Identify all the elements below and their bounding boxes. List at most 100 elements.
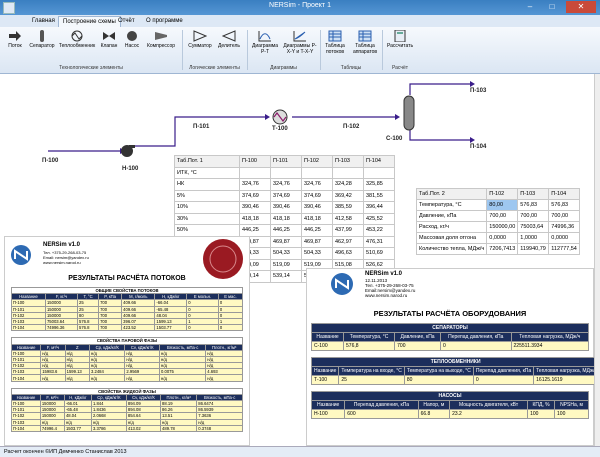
table-cell: 412,58 bbox=[332, 212, 364, 225]
table-cell[interactable]: 80,00 bbox=[486, 199, 519, 211]
table-cell: н/д bbox=[205, 374, 243, 382]
table-cell[interactable]: 1,0000 bbox=[517, 232, 550, 244]
chart-icon bbox=[258, 31, 271, 42]
splitter-button[interactable]: Делитель bbox=[215, 30, 243, 50]
table-row: П-103 15983.6 1599.13 3.2484 2.9569 0.0075 4.6… bbox=[10, 368, 243, 376]
table-cell: 504,33 bbox=[270, 247, 302, 260]
table-cell[interactable]: 7206,7413 bbox=[486, 243, 519, 255]
table-cell[interactable]: 700,00 bbox=[486, 210, 519, 222]
table-cell[interactable]: 700,00 bbox=[548, 210, 581, 222]
table-title: Таб.Пот. 2 bbox=[415, 188, 488, 200]
table-cell: 469,87 bbox=[301, 235, 333, 248]
table-cell: 74996.4 bbox=[39, 424, 65, 432]
table-row: П-104 н/д н/д н/д н/д н/д н/д bbox=[10, 374, 243, 382]
tab-home[interactable]: Главная bbox=[28, 16, 59, 27]
pump-icon[interactable] bbox=[120, 144, 136, 158]
general-properties-table: ОБЩИЕ СВОЙСТВА ПОТОКОВ Название F, кг/ч T, … bbox=[11, 286, 244, 332]
pt-diagram-button[interactable]: Диаграмма P-T bbox=[250, 30, 280, 55]
table-cell[interactable]: 112777,54 bbox=[548, 243, 581, 255]
table-icon bbox=[358, 30, 372, 42]
separator-button[interactable]: Сепаратор bbox=[28, 30, 56, 50]
table-cell[interactable]: 75003,64 bbox=[517, 221, 550, 233]
stream-table-2[interactable]: Таб.Пот. 2 П-102 П-103 П-104 Температура, °С… bbox=[415, 188, 581, 255]
nersim-logo-icon bbox=[11, 245, 31, 265]
tab-about[interactable]: О программе bbox=[142, 16, 187, 27]
table-cell: 576,8 bbox=[343, 341, 396, 351]
table-cell: 510,69 bbox=[363, 247, 395, 260]
column-header: Давление, кПа bbox=[394, 332, 441, 342]
table-row: Расход, кг/ч 150000,00 75003,64 74996,36 bbox=[415, 221, 581, 233]
stream-table-button[interactable]: Таблица потоков bbox=[322, 30, 348, 55]
splitter-icon bbox=[222, 30, 236, 42]
heat-exchanger-icon[interactable] bbox=[271, 109, 289, 125]
calculate-button[interactable]: Рассчитать bbox=[384, 30, 416, 50]
stream-button[interactable]: Поток bbox=[4, 30, 26, 50]
close-icon[interactable]: ✕ bbox=[566, 1, 596, 13]
pt-diagram-label: Диаграмма P-T bbox=[251, 43, 278, 55]
pxy-txy-diagram-button[interactable]: Диаграммы P-X-Y и T-X-Y bbox=[282, 30, 318, 55]
table-cell[interactable]: 700,00 bbox=[517, 210, 550, 222]
table-cell: 390,46 bbox=[239, 201, 271, 214]
table-cell: 1503.77 bbox=[154, 324, 188, 332]
table-cell bbox=[270, 166, 302, 179]
table-header-row: Название Перепад давления, кПа Напор, м Мощ… bbox=[310, 400, 589, 410]
vapor-phase-table: СВОЙСТВА ПАРОВОЙ ФАЗЫ Название F, м³/ч Z Cp,… bbox=[10, 337, 243, 382]
column-header: Перепад давления, кПа bbox=[439, 332, 512, 342]
group-divider bbox=[247, 30, 248, 70]
table-row: П-101 150000 -65.48 1.8436 894.08 86.26 86.593… bbox=[11, 406, 243, 414]
minimize-icon[interactable]: – bbox=[520, 1, 540, 13]
table-cell[interactable]: 576,83 bbox=[548, 199, 581, 211]
calculate-label: Рассчитать bbox=[386, 43, 414, 49]
table-cell: 418,18 bbox=[239, 212, 271, 225]
table-row: П-102 н/д н/д н/д н/д н/д н/д bbox=[10, 362, 243, 370]
table-cell: 66.8 bbox=[417, 409, 451, 419]
table-cell: 0 bbox=[439, 341, 512, 351]
calculator-icon bbox=[394, 30, 406, 42]
table-row: П-102 150000 48.04 2.0668 854.64 13.51 7.3636 bbox=[11, 412, 243, 420]
compressor-button[interactable]: Компрессор bbox=[144, 30, 178, 50]
heat-exchanger-button[interactable]: Теплообменник bbox=[58, 30, 96, 50]
table-cell: 74996.36 bbox=[44, 324, 78, 332]
table-cell: 446,25 bbox=[301, 224, 333, 237]
pump-button[interactable]: Насос bbox=[122, 30, 142, 50]
table-cell[interactable]: 119940,79 bbox=[517, 243, 550, 255]
table-row: П-100 н/д н/д н/д н/д н/д н/д bbox=[10, 349, 243, 357]
separator-icon[interactable] bbox=[400, 94, 418, 132]
table-cell[interactable]: 576,83 bbox=[517, 199, 550, 211]
table-cell: 225511.3934 bbox=[510, 341, 590, 351]
table-cell: 418,18 bbox=[270, 212, 302, 225]
table-cell: 374,69 bbox=[301, 189, 333, 202]
table-cell: 519,09 bbox=[270, 258, 302, 271]
table-cell[interactable]: 0,0000 bbox=[486, 232, 519, 244]
table-cell[interactable]: 150000,00 bbox=[486, 221, 519, 233]
table-cell[interactable]: 74996,36 bbox=[548, 221, 581, 233]
table-cell bbox=[332, 166, 364, 179]
column-header: Напор, м bbox=[417, 400, 451, 410]
table-row: П-100 150000 -66.01 1.844 894.09 88.19 86.6474 bbox=[11, 399, 243, 408]
table-cell: 700 bbox=[394, 341, 441, 351]
tab-report[interactable]: Отчёт bbox=[114, 16, 139, 27]
table-row: П-104 74996.4 1503.77 3.3786 413.02 489.78 0.3… bbox=[11, 424, 243, 432]
heat-exchanger-label: Теплообменник bbox=[58, 43, 96, 49]
table-cell[interactable]: 0,0000 bbox=[548, 232, 581, 244]
maximize-icon[interactable]: □ bbox=[542, 1, 562, 13]
node-label-p101: П-101 bbox=[193, 124, 210, 130]
title-bar: NERSim - Проект 1 – □ ✕ bbox=[0, 0, 600, 15]
vertical-scrollbar[interactable] bbox=[594, 74, 600, 446]
equipment-table-button[interactable]: Таблица аппаратов bbox=[350, 30, 380, 55]
table-cell: С-100 bbox=[310, 341, 345, 351]
group-label-logic: Логические элементы bbox=[189, 65, 240, 71]
node-label-p100: П-100 bbox=[42, 158, 59, 164]
table-cell: 700 bbox=[98, 324, 123, 332]
table-row: Давление, кПа 700,00 700,00 700,00 bbox=[415, 210, 581, 222]
status-bar: Расчет окончен ©ИП Демченко Станислав 20… bbox=[0, 446, 600, 457]
valve-button[interactable]: Клапан bbox=[98, 30, 120, 50]
table-title: Таб.Пот. 1 bbox=[174, 155, 240, 168]
mixer-button[interactable]: Сумматор bbox=[186, 30, 214, 50]
section-row: НАСОСЫ bbox=[311, 391, 589, 401]
table-cell: 324,76 bbox=[301, 178, 333, 191]
table-cell: 16125.1619 bbox=[533, 375, 600, 385]
column-header: Название bbox=[310, 332, 345, 342]
table-header-row: Название Температура на входе, °С Температ… bbox=[310, 366, 600, 376]
valve-label: Клапан bbox=[100, 43, 118, 49]
